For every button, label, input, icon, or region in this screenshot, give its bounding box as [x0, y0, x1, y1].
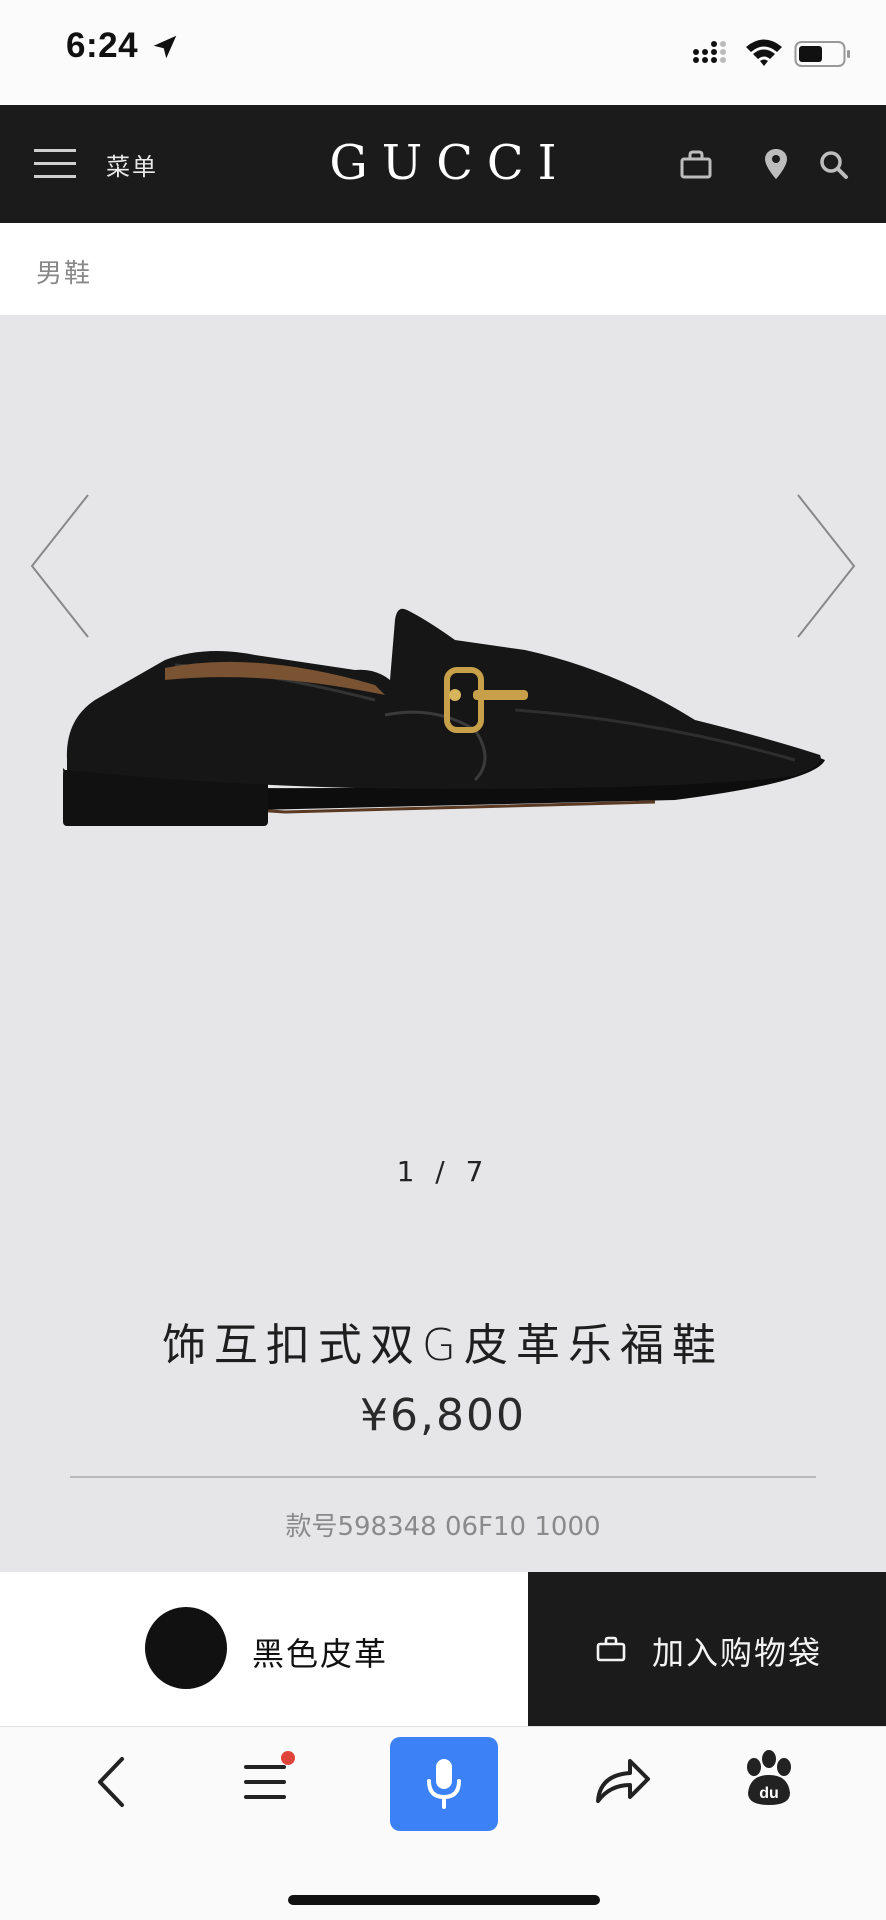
divider	[70, 1476, 816, 1478]
color-swatch[interactable]	[145, 1607, 227, 1689]
gallery-pager: 1 / 7	[396, 1155, 490, 1188]
wifi-icon	[746, 39, 782, 66]
location-pin-icon[interactable]	[756, 145, 796, 185]
product-image	[63, 608, 825, 826]
color-selector[interactable]: 黑色皮革	[0, 1572, 528, 1726]
browser-toolbar: du	[0, 1726, 886, 1920]
site-header: 菜单 GUCCI	[0, 105, 886, 223]
breadcrumb-link[interactable]: 男鞋	[36, 253, 92, 290]
color-label: 黑色皮革	[252, 1635, 389, 1673]
search-icon[interactable]	[814, 145, 854, 185]
product-title: 饰互扣式双G皮革乐福鞋	[161, 1320, 725, 1371]
menu-icon[interactable]	[230, 1747, 300, 1817]
voice-search-button[interactable]	[390, 1737, 498, 1831]
brand-logo[interactable]: GUCCI	[0, 135, 886, 191]
back-icon[interactable]	[78, 1747, 148, 1817]
shopping-bag-icon	[596, 1636, 626, 1662]
microphone-icon	[427, 1759, 461, 1809]
status-bar: 6:24	[0, 0, 886, 105]
product-sku: 款号598348 06F10 1000	[285, 1512, 601, 1542]
signal-icon	[693, 41, 726, 63]
product-gallery[interactable]: 1 / 7	[0, 315, 886, 1570]
product-price: ¥6,800	[360, 1390, 526, 1441]
battery-icon	[794, 41, 850, 67]
baidu-paw-icon[interactable]: du	[734, 1745, 804, 1815]
status-time: 6:24	[66, 26, 139, 65]
shopping-bag-icon[interactable]	[676, 145, 716, 185]
svg-text:du: du	[759, 1785, 779, 1802]
add-to-bag-label: 加入购物袋	[652, 1634, 823, 1672]
location-arrow-icon	[153, 35, 177, 59]
breadcrumb: 男鞋	[0, 223, 886, 315]
home-indicator	[288, 1895, 600, 1905]
share-icon[interactable]	[586, 1745, 656, 1815]
add-to-bag-button[interactable]: 加入购物袋	[528, 1572, 886, 1726]
